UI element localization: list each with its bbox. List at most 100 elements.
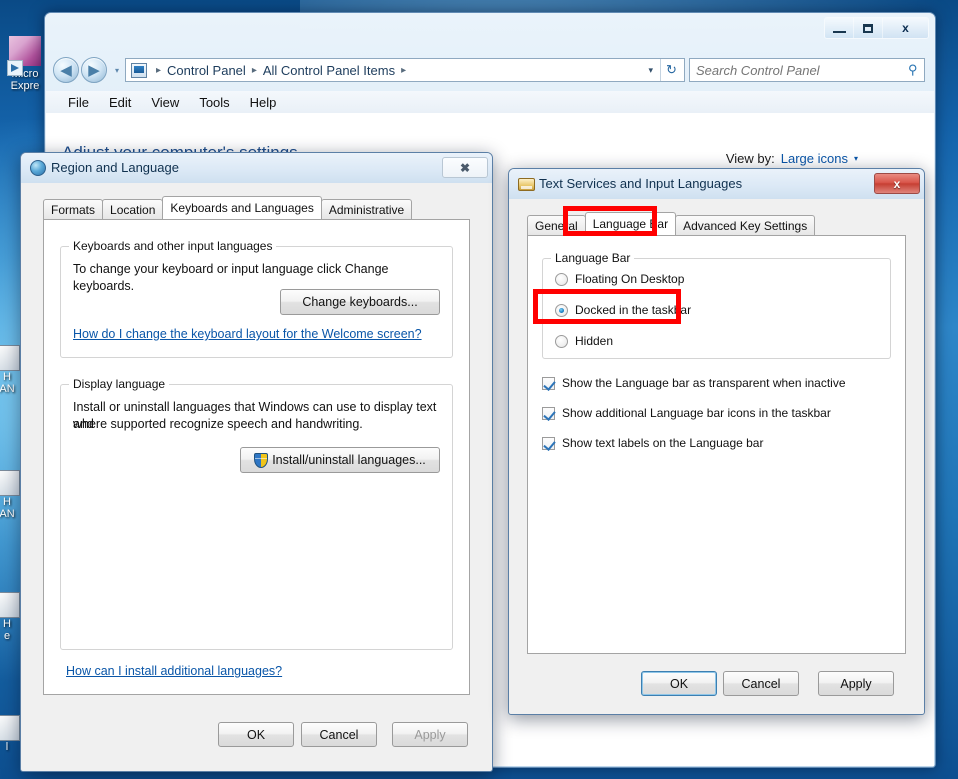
region-cancel-button-label: Cancel	[319, 727, 359, 742]
search-box[interactable]: ⚲	[689, 58, 925, 82]
close-button[interactable]: x	[883, 18, 928, 38]
address-bar[interactable]: ▸ Control Panel ▸ All Control Panel Item…	[125, 58, 685, 82]
radio-hidden-indicator[interactable]	[555, 334, 568, 348]
checkbox-show-text-labels-indicator[interactable]	[542, 436, 555, 450]
checkbox-additional-icons-in-taskbar[interactable]: Show additional Language bar icons in th…	[542, 406, 831, 420]
checkbox-additional-icons-in-taskbar-label: Show additional Language bar icons in th…	[562, 406, 831, 420]
text-services-apply-button[interactable]: Apply	[818, 671, 894, 696]
expression-app-icon	[7, 36, 41, 76]
text-services-close-button[interactable]: x	[874, 173, 920, 194]
close-icon: x	[893, 176, 901, 191]
checkbox-transparent-when-inactive-label: Show the Language bar as transparent whe…	[562, 376, 846, 390]
change-keyboards-button-label: Change keyboards...	[302, 295, 418, 309]
maximize-icon	[863, 23, 873, 33]
region-dialog-title: Region and Language	[51, 160, 179, 175]
tab-general[interactable]: General	[527, 215, 586, 235]
text-services-dialog-title: Text Services and Input Languages	[539, 176, 743, 191]
tab-keyboards-and-languages-label: Keyboards and Languages	[170, 201, 314, 215]
radio-docked-in-the-taskbar[interactable]: Docked in the taskbar	[555, 303, 691, 317]
display-language-group-title: Display language	[69, 377, 170, 391]
text-services-apply-button-label: Apply	[840, 676, 872, 691]
view-by-control[interactable]: View by: Large icons ▾	[726, 151, 858, 166]
generic-file-icon	[0, 470, 20, 496]
radio-floating-on-desktop-indicator[interactable]	[555, 272, 568, 286]
tab-language-bar[interactable]: Language Bar	[584, 212, 677, 235]
breadcrumb-control-panel[interactable]: Control Panel	[166, 63, 247, 78]
chevron-down-icon[interactable]: ▾	[854, 154, 858, 163]
region-ok-button[interactable]: OK	[218, 722, 294, 747]
generic-file-icon	[0, 715, 20, 741]
recent-pages-button[interactable]: ▾	[109, 57, 125, 83]
tab-advanced-key-settings-label: Advanced Key Settings	[683, 218, 808, 233]
menu-tools[interactable]: Tools	[189, 93, 239, 112]
text-services-ok-button-label: OK	[669, 676, 689, 691]
region-tabpanel: Keyboards and other input languages To c…	[43, 219, 470, 695]
checkbox-show-text-labels[interactable]: Show text labels on the Language bar	[542, 436, 763, 450]
keyboards-group-title: Keyboards and other input languages	[69, 239, 277, 253]
minimize-button[interactable]	[825, 18, 854, 38]
tab-administrative-label: Administrative	[328, 202, 405, 217]
back-button[interactable]: ◀	[53, 57, 79, 83]
control-panel-navigation-bar: ◀ ▶ ▾ ▸ Control Panel ▸ All Control Pane…	[53, 57, 925, 83]
tab-location-label: Location	[110, 202, 156, 217]
radio-docked-in-the-taskbar-indicator[interactable]	[555, 303, 568, 317]
keyboards-and-other-input-languages-group: Keyboards and other input languages To c…	[60, 239, 453, 358]
radio-floating-on-desktop-label: Floating On Desktop	[575, 272, 685, 286]
breadcrumb-all-items[interactable]: All Control Panel Items	[262, 63, 396, 78]
breadcrumb-separator-3: ▸	[401, 64, 407, 76]
menu-view[interactable]: View	[141, 93, 189, 112]
menu-file[interactable]: File	[58, 93, 99, 112]
language-bar-group: Language Bar Floating On Desktop Docked …	[542, 251, 891, 359]
radio-floating-on-desktop[interactable]: Floating On Desktop	[555, 272, 684, 286]
tab-administrative[interactable]: Administrative	[320, 199, 413, 219]
tab-formats[interactable]: Formats	[43, 199, 104, 219]
desktop-icon-microsoft-expression[interactable]: Micro Expre	[2, 36, 48, 92]
text-services-cancel-button[interactable]: Cancel	[723, 671, 799, 696]
tab-location[interactable]: Location	[102, 199, 164, 219]
install-additional-languages-link[interactable]: How can I install additional languages?	[66, 664, 282, 678]
welcome-screen-keyboard-layout-link[interactable]: How do I change the keyboard layout for …	[73, 327, 422, 341]
language-bar-group-title: Language Bar	[551, 251, 635, 265]
minimize-icon	[832, 30, 846, 33]
region-globe-icon	[30, 160, 46, 176]
forward-button[interactable]: ▶	[81, 57, 107, 83]
address-dropdown-button[interactable]: ▾	[641, 65, 660, 76]
change-keyboards-button[interactable]: Change keyboards...	[280, 289, 440, 315]
tab-keyboards-and-languages[interactable]: Keyboards and Languages	[162, 196, 322, 219]
text-services-tabpanel: Language Bar Floating On Desktop Docked …	[527, 235, 906, 654]
window-caption-buttons: x	[824, 17, 929, 39]
radio-hidden-label: Hidden	[575, 334, 614, 348]
region-apply-button: Apply	[392, 722, 468, 747]
text-services-ok-button[interactable]: OK	[641, 671, 717, 696]
checkbox-transparent-when-inactive-indicator[interactable]	[542, 376, 555, 390]
refresh-icon[interactable]: ↻	[660, 59, 682, 81]
install-uninstall-languages-button[interactable]: Install/uninstall languages...	[240, 447, 440, 473]
generic-file-icon	[0, 592, 20, 618]
checkbox-additional-icons-in-taskbar-indicator[interactable]	[542, 406, 555, 420]
tab-general-label: General	[535, 218, 578, 233]
region-tabstrip: Formats Location Keyboards and Languages…	[43, 196, 413, 219]
tab-advanced-key-settings[interactable]: Advanced Key Settings	[675, 215, 816, 235]
radio-hidden[interactable]: Hidden	[555, 334, 613, 348]
region-dialog-body: Formats Location Keyboards and Languages…	[25, 183, 488, 767]
control-panel-menubar: File Edit View Tools Help	[46, 91, 934, 113]
shortcut-arrow-icon	[7, 60, 23, 76]
tab-formats-label: Formats	[51, 202, 96, 217]
menu-help[interactable]: Help	[240, 93, 287, 112]
control-panel-titlebar[interactable]: x	[45, 13, 935, 47]
region-cancel-button[interactable]: Cancel	[301, 722, 377, 747]
view-by-label: View by:	[725, 151, 775, 166]
checkbox-transparent-when-inactive[interactable]: Show the Language bar as transparent whe…	[542, 376, 846, 390]
checkbox-show-text-labels-label: Show text labels on the Language bar	[562, 436, 764, 450]
text-services-cancel-button-label: Cancel	[741, 676, 781, 691]
breadcrumb-separator-2: ▸	[251, 64, 257, 76]
forward-arrow-icon: ▶	[88, 61, 100, 79]
region-dialog-close-button[interactable]: ✖	[442, 157, 488, 178]
display-language-group: Display language Install or uninstall la…	[60, 377, 453, 650]
maximize-button[interactable]	[854, 18, 883, 38]
menu-edit[interactable]: Edit	[99, 93, 141, 112]
close-icon: ✖	[459, 160, 471, 175]
breadcrumb-separator-1: ▸	[156, 64, 162, 76]
search-input[interactable]	[696, 62, 909, 78]
view-by-value[interactable]: Large icons	[781, 151, 848, 166]
